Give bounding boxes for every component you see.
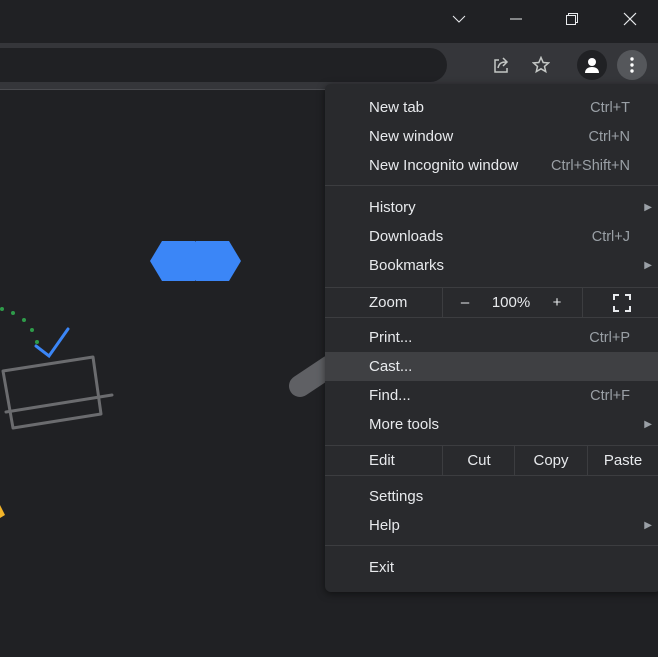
submenu-arrow-icon: ▶ xyxy=(644,520,652,531)
profile-button[interactable] xyxy=(577,50,607,80)
close-icon xyxy=(623,12,637,26)
tab-search-button[interactable] xyxy=(436,0,482,38)
submenu-arrow-icon: ▶ xyxy=(644,202,652,213)
laptop-check-icon xyxy=(1,327,114,430)
zoom-level: 100% xyxy=(491,294,531,311)
dots-graphic xyxy=(0,307,39,344)
divider xyxy=(325,317,658,318)
share-button[interactable] xyxy=(486,50,516,80)
submenu-arrow-icon: ▶ xyxy=(644,260,652,271)
label: Bookmarks xyxy=(369,257,445,274)
menu-item-find[interactable]: Find... Ctrl+F xyxy=(325,381,658,410)
fullscreen-icon xyxy=(613,293,631,312)
chevron-down-icon xyxy=(452,15,466,23)
shortcut: Ctrl+P xyxy=(589,329,630,346)
label: Find... xyxy=(369,387,411,404)
menu-item-help[interactable]: Help ▶ xyxy=(325,511,658,540)
zoom-out-button[interactable]: – xyxy=(443,288,487,317)
shortcut: Ctrl+N xyxy=(588,128,631,145)
address-bar[interactable] xyxy=(0,48,447,82)
label: Exit xyxy=(369,559,395,576)
share-icon xyxy=(494,57,509,73)
restore-icon xyxy=(566,13,578,25)
more-vert-icon xyxy=(630,57,634,73)
label: New Incognito window xyxy=(369,157,519,174)
bookmark-star-button[interactable] xyxy=(526,50,556,80)
menu-item-bookmarks[interactable]: Bookmarks ▶ xyxy=(325,251,658,280)
close-button[interactable] xyxy=(607,0,653,38)
menu-item-print[interactable]: Print... Ctrl+P xyxy=(325,323,658,352)
zoom-in-button[interactable]: + xyxy=(535,288,579,317)
menu-item-new-incognito-window[interactable]: New Incognito window Ctrl+Shift+N xyxy=(325,151,658,180)
profile-icon xyxy=(585,58,599,73)
menu-item-settings[interactable]: Settings xyxy=(325,482,658,511)
minimize-button[interactable] xyxy=(493,0,539,38)
star-icon xyxy=(532,56,550,74)
label: Edit xyxy=(369,452,395,469)
menu-button[interactable] xyxy=(617,50,647,80)
label: New window xyxy=(369,128,454,145)
chrome-main-menu: New tab Ctrl+T New window Ctrl+N New Incog… xyxy=(325,84,658,592)
submenu-arrow-icon: ▶ xyxy=(644,419,652,430)
label: New tab xyxy=(369,99,425,116)
divider xyxy=(325,185,658,186)
shortcut: Ctrl+Shift+N xyxy=(551,157,630,174)
label: Cast... xyxy=(369,358,413,375)
title-bar xyxy=(0,0,658,43)
label: Settings xyxy=(369,488,424,505)
menu-item-new-window[interactable]: New window Ctrl+N xyxy=(325,122,658,151)
fullscreen-button[interactable] xyxy=(583,288,658,317)
paste-button[interactable]: Paste xyxy=(588,446,658,475)
minimize-icon xyxy=(510,18,522,20)
divider xyxy=(325,545,658,546)
shortcut: Ctrl+F xyxy=(590,387,630,404)
hexagon-graphic xyxy=(150,241,241,281)
divider xyxy=(325,475,658,476)
label: History xyxy=(369,199,416,216)
cut-button[interactable]: Cut xyxy=(443,446,515,475)
menu-item-more-tools[interactable]: More tools ▶ xyxy=(325,410,658,439)
menu-item-history[interactable]: History ▶ xyxy=(325,193,658,222)
shortcut: Ctrl+J xyxy=(591,228,630,245)
label: Help xyxy=(369,517,400,534)
label: More tools xyxy=(369,416,440,433)
label: Downloads xyxy=(369,228,444,245)
label: Zoom xyxy=(369,294,408,311)
copy-button[interactable]: Copy xyxy=(515,446,587,475)
shortcut: Ctrl+T xyxy=(590,99,630,116)
menu-item-exit[interactable]: Exit xyxy=(325,553,658,582)
illustration xyxy=(0,241,330,518)
menu-item-new-tab[interactable]: New tab Ctrl+T xyxy=(325,93,658,122)
label: Print... xyxy=(369,329,413,346)
restore-button[interactable] xyxy=(549,0,595,38)
toolbar xyxy=(0,43,658,89)
menu-item-cast[interactable]: Cast... xyxy=(325,352,658,381)
menu-item-downloads[interactable]: Downloads Ctrl+J xyxy=(325,222,658,251)
